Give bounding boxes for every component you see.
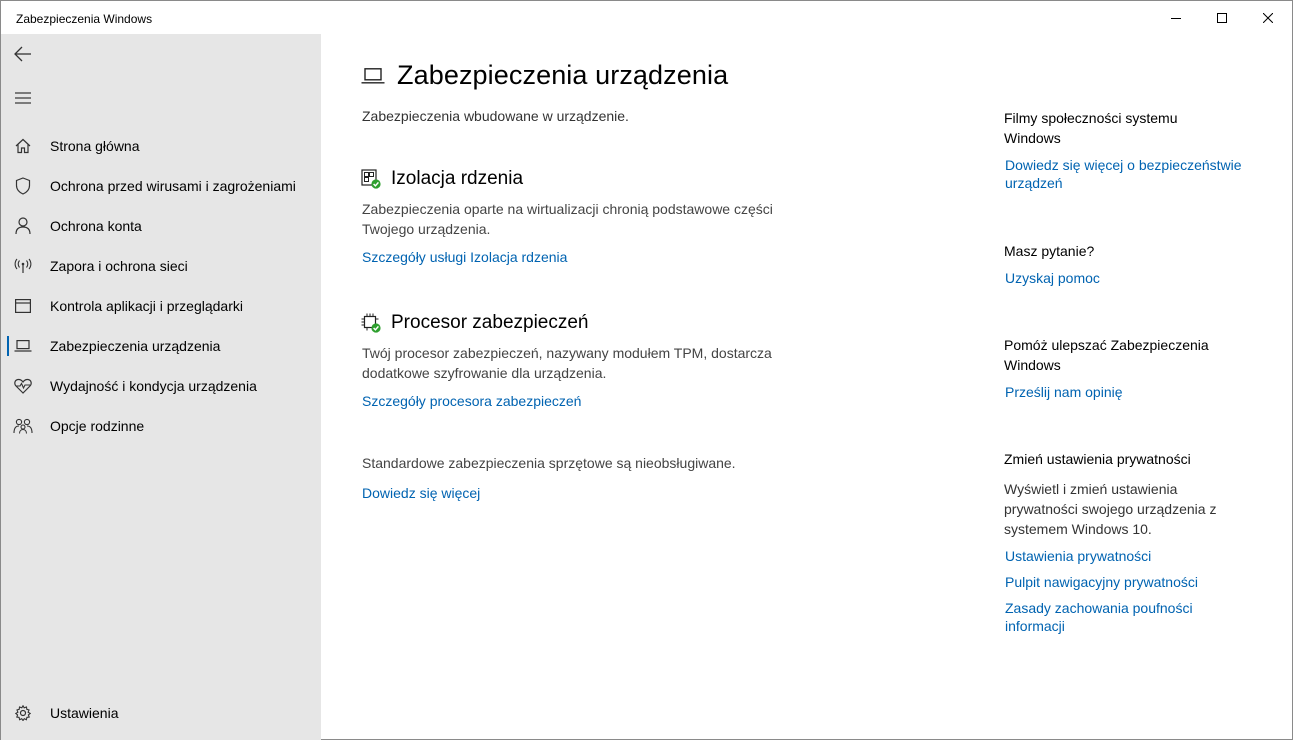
person-icon: [1, 206, 45, 246]
sidebar-nav: Strona główna Ochrona przed wirusami i z…: [1, 126, 321, 446]
sidebar-item-home[interactable]: Strona główna: [1, 126, 321, 166]
aside-heading: Pomóż ulepszać Zabezpieczenia Windows: [1004, 335, 1264, 375]
aside-heading: Masz pytanie?: [1004, 243, 1095, 259]
community-videos-block: Filmy społeczności systemu Windows Dowie…: [1004, 108, 1264, 192]
sidebar-item-virus-protection[interactable]: Ochrona przed wirusami i zagrożeniami: [1, 166, 321, 206]
home-icon: [1, 126, 45, 166]
gear-icon: [1, 693, 45, 733]
section-description: Zabezpieczenia oparte na wirtualizacji c…: [362, 199, 881, 239]
send-feedback-link[interactable]: Prześlij nam opinię: [1005, 383, 1264, 401]
main-content: Zabezpieczenia urządzenia Zabezpieczenia…: [321, 34, 971, 740]
section-description-line: Twój procesor zabezpieczeń, nazywany mod…: [362, 345, 772, 361]
aside-heading-line: Pomóż ulepszać Zabezpieczenia: [1004, 337, 1209, 353]
back-arrow-icon: [14, 46, 31, 62]
sidebar-item-device-security[interactable]: Zabezpieczenia urządzenia: [1, 326, 321, 366]
minimize-button[interactable]: [1153, 1, 1199, 34]
section-description-line: Zabezpieczenia oparte na wirtualizacji c…: [362, 201, 773, 217]
back-button[interactable]: [1, 34, 45, 74]
antenna-icon: [1, 246, 45, 286]
learn-more-link[interactable]: Dowiedz się więcej: [362, 485, 480, 501]
link-line: urządzeń: [1005, 175, 1063, 191]
section-description-line: Twojego urządzenia.: [362, 221, 491, 237]
link-line: Zasady zachowania poufności: [1005, 600, 1193, 616]
sidebar-item-label: Opcje rodzinne: [50, 418, 145, 434]
core-isolation-details-link[interactable]: Szczegóły usługi Izolacja rdzenia: [362, 249, 567, 265]
get-help-link[interactable]: Uzyskaj pomoc: [1005, 269, 1264, 287]
privacy-block: Zmień ustawienia prywatności Wyświetl i …: [1004, 449, 1264, 635]
privacy-description: Wyświetl i zmień ustawienia prywatności …: [1004, 479, 1264, 539]
hamburger-icon: [15, 92, 31, 104]
security-processor-section: Procesor zabezpieczeń Twój procesor zabe…: [361, 312, 881, 411]
maximize-button[interactable]: [1199, 1, 1245, 34]
security-processor-ok-icon: [361, 313, 381, 333]
section-title: Procesor zabezpieczeń: [391, 312, 589, 333]
minimize-icon: [1171, 17, 1181, 19]
feedback-block: Pomóż ulepszać Zabezpieczenia Windows Pr…: [1004, 335, 1264, 401]
privacy-description-line: Wyświetl i zmień ustawienia: [1004, 481, 1178, 497]
aside-heading-line: Filmy społeczności systemu: [1004, 110, 1178, 126]
question-block: Masz pytanie? Uzyskaj pomoc: [1004, 241, 1264, 287]
settings-label: Ustawienia: [50, 705, 119, 721]
sidebar: Strona główna Ochrona przed wirusami i z…: [1, 34, 321, 740]
heart-pulse-icon: [1, 366, 45, 406]
hardware-security-note: Standardowe zabezpieczenia sprzętowe są …: [362, 455, 736, 471]
sidebar-item-firewall[interactable]: Zapora i ochrona sieci: [1, 246, 321, 286]
hamburger-menu-button[interactable]: [1, 78, 45, 118]
link-line: Dowiedz się więcej o bezpieczeństwie: [1005, 157, 1242, 173]
sidebar-item-account-protection[interactable]: Ochrona konta: [1, 206, 321, 246]
sidebar-item-app-browser-control[interactable]: Kontrola aplikacji i przeglądarki: [1, 286, 321, 326]
browser-window-icon: [1, 286, 45, 326]
link-line: informacji: [1005, 618, 1065, 634]
page-title: Zabezpieczenia urządzenia: [397, 60, 729, 90]
sidebar-item-label: Zabezpieczenia urządzenia: [50, 338, 221, 354]
title-bar[interactable]: Zabezpieczenia Windows: [1, 1, 1292, 34]
security-processor-details-link[interactable]: Szczegóły procesora zabezpieczeń: [362, 393, 581, 409]
privacy-description-line: systemem Windows 10.: [1004, 521, 1152, 537]
window-title: Zabezpieczenia Windows: [16, 12, 153, 26]
sidebar-item-settings[interactable]: Ustawienia: [1, 693, 321, 733]
device-security-learn-more-link[interactable]: Dowiedz się więcej o bezpieczeństwie urz…: [1005, 156, 1264, 192]
laptop-icon: [361, 67, 385, 84]
close-icon: [1263, 12, 1273, 23]
app-window: Zabezpieczenia Windows Strona główna Och…: [0, 0, 1293, 740]
section-description: Twój procesor zabezpieczeń, nazywany mod…: [362, 343, 881, 383]
sidebar-item-label: Zapora i ochrona sieci: [50, 258, 188, 274]
page-header: Zabezpieczenia urządzenia: [361, 60, 728, 91]
sidebar-item-device-health[interactable]: Wydajność i kondycja urządzenia: [1, 366, 321, 406]
core-isolation-section: Izolacja rdzenia Zabezpieczenia oparte n…: [361, 168, 881, 267]
sidebar-item-family-options[interactable]: Opcje rodzinne: [1, 406, 321, 446]
sidebar-item-label: Kontrola aplikacji i przeglądarki: [50, 298, 243, 314]
page-subtitle: Zabezpieczenia wbudowane w urządzenie.: [362, 108, 629, 124]
aside-heading-line: Windows: [1004, 130, 1061, 146]
privacy-settings-link[interactable]: Ustawienia prywatności: [1005, 547, 1264, 565]
section-description-line: dodatkowe szyfrowanie dla urządzenia.: [362, 365, 607, 381]
sidebar-item-label: Strona główna: [50, 138, 140, 154]
privacy-statement-link[interactable]: Zasady zachowania poufności informacji: [1005, 599, 1264, 635]
section-title: Izolacja rdzenia: [391, 168, 524, 189]
aside-heading: Filmy społeczności systemu Windows: [1004, 108, 1264, 148]
sidebar-item-label: Ochrona przed wirusami i zagrożeniami: [50, 178, 296, 194]
sidebar-item-label: Wydajność i kondycja urządzenia: [50, 378, 257, 394]
maximize-icon: [1217, 12, 1227, 23]
shield-icon: [1, 166, 45, 206]
aside-heading-line: Windows: [1004, 357, 1061, 373]
family-icon: [1, 406, 45, 446]
sidebar-item-label: Ochrona konta: [50, 218, 142, 234]
laptop-icon: [1, 326, 45, 366]
privacy-description-line: prywatności swojego urządzenia z: [1004, 501, 1217, 517]
aside-heading: Zmień ustawienia prywatności: [1004, 451, 1191, 467]
privacy-dashboard-link[interactable]: Pulpit nawigacyjny prywatności: [1005, 573, 1264, 591]
core-isolation-ok-icon: [361, 169, 381, 189]
close-button[interactable]: [1245, 1, 1291, 34]
